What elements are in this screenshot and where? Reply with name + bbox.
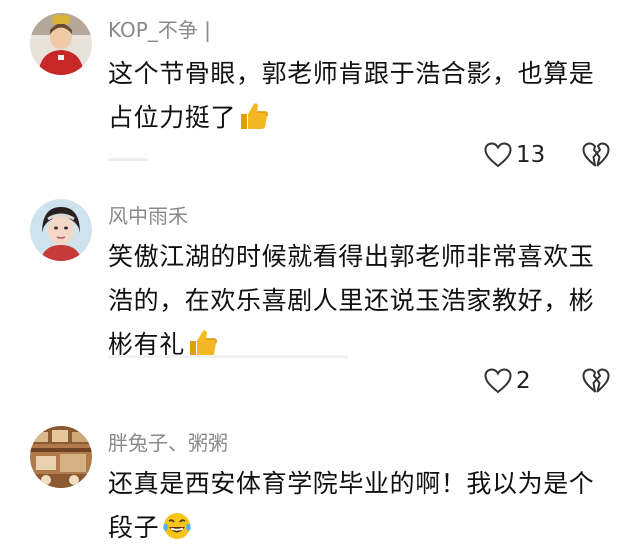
like-count: 13 [516,142,546,168]
avatar[interactable] [30,199,92,261]
underline-marker [108,355,348,358]
like-button[interactable]: 2 [484,368,546,394]
comment-text: 笑傲江湖的时候就看得出郭老师非常喜欢玉浩的，在欢乐喜剧人里还说玉浩家教好，彬彬有… [108,242,595,359]
comment-text-container: 还真是西安体育学院毕业的啊！我以为是个段子 [108,462,608,556]
comment-text-container: 这个节骨眼，郭老师肯跟于浩合影，也算是占位力挺了 [108,52,608,146]
username[interactable]: KOP_不争 | [108,17,211,43]
heart-icon [484,368,512,394]
comment-text-container: 笑傲江湖的时候就看得出郭老师非常喜欢玉浩的，在欢乐喜剧人里还说玉浩家教好，彬彬有… [108,235,608,373]
like-button[interactable]: 13 [484,142,546,168]
comment-item: 风中雨禾 笑傲江湖的时候就看得出郭老师非常喜欢玉浩的，在欢乐喜剧人里还说玉浩家教… [0,195,640,410]
comment-actions: 13 [484,139,610,171]
comment-item: 胖兔子、粥粥 还真是西安体育学院毕业的啊！我以为是个段子 [0,410,640,549]
username[interactable]: 胖兔子、粥粥 [108,430,228,456]
comment-actions: 2 [484,365,610,397]
avatar[interactable] [30,13,92,75]
comment-text: 这个节骨眼，郭老师肯跟于浩合影，也算是占位力挺了 [108,59,595,132]
dislike-button[interactable] [582,142,610,168]
thumbs-up-icon [238,100,270,146]
thumbs-up-icon [187,327,219,373]
dislike-button[interactable] [582,368,610,394]
heart-icon [484,142,512,168]
comment-item: KOP_不争 | 这个节骨眼，郭老师肯跟于浩合影，也算是占位力挺了 13 [0,0,640,195]
username[interactable]: 风中雨禾 [108,203,188,229]
underline-marker [108,158,148,161]
avatar[interactable] [30,426,92,488]
broken-heart-icon [582,368,610,393]
like-count: 2 [516,368,531,394]
broken-heart-icon [582,142,610,167]
laughing-tears-icon [161,510,193,556]
